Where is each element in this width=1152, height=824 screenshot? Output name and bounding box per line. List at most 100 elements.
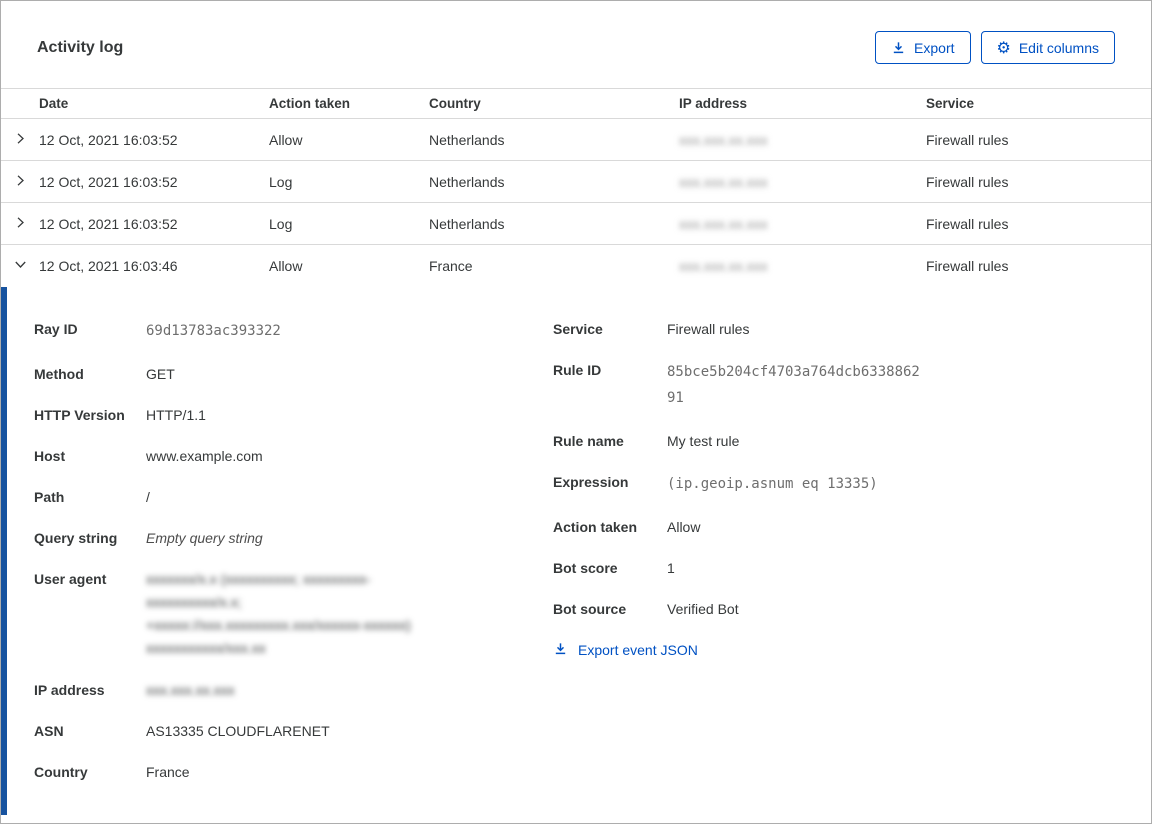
cell-ip-address-redacted: xxx.xxx.xx.xxx [679,215,768,232]
cell-country: Netherlands [429,173,505,190]
cell-action-taken: Log [269,215,293,232]
detail-value: 69d13783ac393322 [146,323,281,339]
cell-service: Firewall rules [926,131,1009,148]
detail-label: Path [34,489,65,505]
detail-value: 1 [667,560,675,576]
detail-label: HTTP Version [34,407,125,423]
table-header-row: Date Action taken Country IP address Ser… [1,88,1151,119]
cell-service: Firewall rules [926,215,1009,232]
cell-country: Netherlands [429,215,505,232]
activity-log-screen: Activity log Export ⚙ Edit columns Date … [0,0,1152,824]
export-event-json-link[interactable]: Export event JSON [553,641,698,659]
cell-date: 12 Oct, 2021 16:03:52 [39,131,178,148]
table-row-expanded[interactable]: 12 Oct, 2021 16:03:46 Allow France xxx.x… [1,245,1151,287]
detail-label: Action taken [553,519,638,535]
download-icon [891,40,906,55]
expand-row-button[interactable] [1,119,39,160]
detail-row-rule-name: Rule name My test rule [553,430,1115,452]
detail-row-method: Method GET [34,363,553,385]
expand-row-button[interactable] [1,203,39,244]
export-button[interactable]: Export [875,31,971,64]
detail-label: Bot score [553,560,618,576]
page-header: Activity log Export ⚙ Edit columns [1,1,1151,88]
cell-action-taken: Allow [269,258,303,274]
detail-label: Expression [553,474,629,490]
detail-label: Method [34,366,84,382]
export-button-label: Export [914,39,955,56]
cell-country: Netherlands [429,131,505,148]
chevron-right-icon [13,215,28,233]
detail-row-bot-score: Bot score 1 [553,557,1115,579]
detail-value: My test rule [667,433,740,449]
table-row[interactable]: 12 Oct, 2021 16:03:52 Allow Netherlands … [1,119,1151,161]
chevron-right-icon [13,131,28,149]
detail-row-country: Country France [34,761,553,783]
cell-ip-address-redacted: xxx.xxx.xx.xxx [679,258,768,274]
detail-label: Country [34,764,88,780]
detail-row-ray-id: Ray ID 69d13783ac393322 [34,318,553,344]
table-row[interactable]: 12 Oct, 2021 16:03:52 Log Netherlands xx… [1,203,1151,245]
detail-value: Firewall rules [667,321,750,337]
header-actions: Export ⚙ Edit columns [875,31,1115,64]
gear-icon: ⚙ [996,37,1011,57]
detail-row-expression: Expression (ip.geoip.asnum eq 13335) [553,471,1115,497]
detail-label: ASN [34,723,64,739]
detail-value: 85bce5b204cf4703a764dcb633886291 [667,364,920,406]
table-row[interactable]: 12 Oct, 2021 16:03:52 Log Netherlands xx… [1,161,1151,203]
detail-label: User agent [34,571,107,587]
detail-row-user-agent: User agent xxxxxxx/x.x (xxxxxxxxxx; xxxx… [34,568,553,660]
detail-label: Host [34,448,66,464]
column-header-date[interactable]: Date [39,96,269,111]
detail-value-redacted: xxxxxxx/x.x (xxxxxxxxxx; xxxxxxxxx-xxxxx… [146,571,411,656]
detail-row-action-taken: Action taken Allow [553,516,1115,538]
detail-label: Query string [34,530,118,546]
detail-label: IP address [34,682,105,698]
detail-label: Rule name [553,433,624,449]
detail-row-http-version: HTTP Version HTTP/1.1 [34,404,553,426]
cell-service: Firewall rules [926,173,1009,190]
cell-ip-address-redacted: xxx.xxx.xx.xxx [679,131,768,148]
detail-value: AS13335 CLOUDFLARENET [146,723,330,739]
column-header-country[interactable]: Country [429,96,679,111]
detail-row-rule-id: Rule ID 85bce5b204cf4703a764dcb633886291 [553,359,1115,411]
detail-label: Rule ID [553,362,602,378]
detail-value: GET [146,366,175,382]
detail-row-host: Host www.example.com [34,445,553,467]
detail-value: HTTP/1.1 [146,407,206,423]
column-header-ip-address[interactable]: IP address [679,96,926,111]
detail-row-service: Service Firewall rules [553,318,1115,340]
column-header-service[interactable]: Service [926,96,1151,111]
cell-date: 12 Oct, 2021 16:03:46 [39,258,178,274]
export-event-json-label: Export event JSON [578,642,698,658]
detail-value: Empty query string [146,530,263,546]
detail-value-redacted: xxx.xxx.xx.xxx [146,682,235,698]
detail-value: Verified Bot [667,601,739,617]
column-header-action-taken[interactable]: Action taken [269,96,429,111]
cell-ip-address-redacted: xxx.xxx.xx.xxx [679,173,768,190]
edit-columns-button-label: Edit columns [1018,39,1099,56]
detail-row-asn: ASN AS13335 CLOUDFLARENET [34,720,553,742]
cell-date: 12 Oct, 2021 16:03:52 [39,215,178,232]
cell-action-taken: Log [269,173,293,190]
detail-value: / [146,489,150,505]
detail-label: Ray ID [34,321,78,337]
download-icon [553,641,568,659]
cell-country: France [429,258,473,274]
collapse-row-button[interactable] [1,245,39,287]
page-title: Activity log [37,38,124,56]
detail-row-query-string: Query string Empty query string [34,527,553,549]
event-detail-panel: Ray ID 69d13783ac393322 Method GET HTTP … [1,287,1151,815]
cell-date: 12 Oct, 2021 16:03:52 [39,173,178,190]
detail-value: Allow [667,519,701,535]
detail-label: Service [553,321,603,337]
detail-row-ip-address: IP address xxx.xxx.xx.xxx [34,679,553,701]
edit-columns-button[interactable]: ⚙ Edit columns [980,31,1115,64]
detail-value: www.example.com [146,448,263,464]
cell-service: Firewall rules [926,258,1009,274]
detail-row-bot-source: Bot source Verified Bot [553,598,1115,620]
detail-column-right: Service Firewall rules Rule ID 85bce5b20… [553,318,1115,815]
detail-value: France [146,764,190,780]
detail-column-left: Ray ID 69d13783ac393322 Method GET HTTP … [34,318,553,815]
chevron-right-icon [13,173,28,191]
expand-row-button[interactable] [1,161,39,202]
